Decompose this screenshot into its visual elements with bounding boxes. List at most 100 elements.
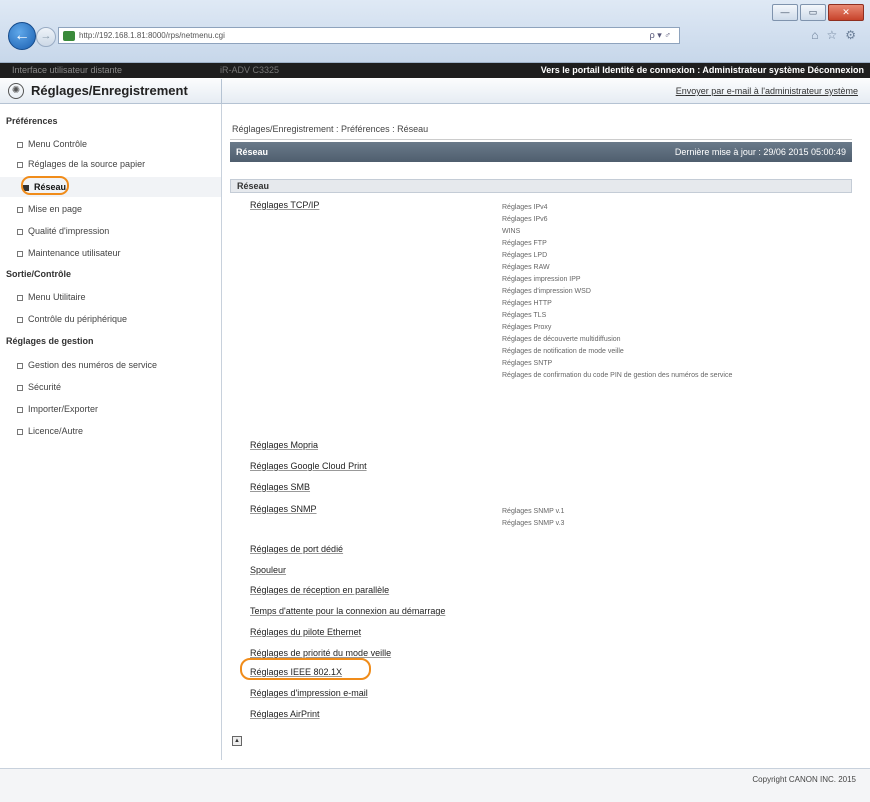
link-impression-email[interactable]: Réglages d'impression e-mail bbox=[250, 688, 368, 698]
link-snmp[interactable]: Réglages SNMP bbox=[250, 504, 317, 514]
sidebar-item-securite[interactable]: Sécurité bbox=[17, 382, 61, 392]
bullet-icon bbox=[17, 384, 23, 391]
sub-section-title: Réseau bbox=[237, 181, 270, 191]
footer: Copyright CANON INC. 2015 bbox=[0, 768, 870, 802]
link-port-dedie[interactable]: Réglages de port dédié bbox=[250, 544, 343, 554]
forward-arrow-icon[interactable]: → bbox=[36, 27, 56, 47]
link-smb[interactable]: Réglages SMB bbox=[250, 482, 310, 492]
window-controls: — ▭ ✕ bbox=[770, 4, 864, 21]
sub-section-header: Réseau bbox=[230, 179, 852, 193]
login-label: Identité de connexion : bbox=[602, 65, 701, 75]
sidebar-item-label: Importer/Exporter bbox=[28, 404, 99, 414]
sidebar-highlight-ring bbox=[21, 176, 69, 195]
bullet-icon bbox=[17, 250, 23, 257]
sublink-pin-service[interactable]: Réglages de confirmation du code PIN de … bbox=[502, 372, 732, 379]
sublink-proxy[interactable]: Réglages Proxy bbox=[502, 324, 551, 331]
link-google-cloud[interactable]: Réglages Google Cloud Print bbox=[250, 461, 367, 471]
device-name: iR-ADV C3325 bbox=[220, 65, 280, 75]
sidebar-item-licence[interactable]: Licence/Autre bbox=[17, 426, 83, 436]
portal-links: Vers le portail Identité de connexion : … bbox=[541, 65, 864, 75]
sublink-http[interactable]: Réglages HTTP bbox=[502, 300, 552, 307]
sidebar-item-importer-exporter[interactable]: Importer/Exporter bbox=[17, 404, 98, 414]
sublink-snmp-v3[interactable]: Réglages SNMP v.3 bbox=[502, 520, 564, 527]
sidebar-section-gestion: Réglages de gestion bbox=[6, 336, 94, 346]
sublink-lpd[interactable]: Réglages LPD bbox=[502, 252, 547, 259]
home-icon[interactable]: ⌂ bbox=[811, 28, 818, 42]
link-pilote-ethernet[interactable]: Réglages du pilote Ethernet bbox=[250, 627, 361, 637]
sublink-tls[interactable]: Réglages TLS bbox=[502, 312, 546, 319]
sidebar-item-label: Qualité d'impression bbox=[28, 226, 110, 236]
last-update: Dernière mise à jour : 29/06 2015 05:00:… bbox=[674, 147, 846, 157]
sidebar-item-label: Maintenance utilisateur bbox=[28, 248, 121, 258]
email-admin-link[interactable]: Envoyer par e-mail à l'administrateur sy… bbox=[676, 86, 858, 96]
sublink-ipv6[interactable]: Réglages IPv6 bbox=[502, 216, 548, 223]
link-mopria[interactable]: Réglages Mopria bbox=[250, 440, 318, 450]
logout-link[interactable]: Déconnexion bbox=[807, 65, 864, 75]
sidebar-item-numeros-service[interactable]: Gestion des numéros de service bbox=[17, 360, 157, 370]
gear-icon[interactable]: ⚙ bbox=[845, 28, 856, 42]
bullet-icon bbox=[17, 362, 23, 369]
bullet-icon bbox=[17, 294, 23, 301]
link-reception[interactable]: Réglages de réception en parallèle bbox=[250, 585, 389, 595]
link-priorite-veille[interactable]: Réglages de priorité du mode veille bbox=[250, 648, 391, 658]
link-airprint[interactable]: Réglages AirPrint bbox=[250, 709, 320, 719]
title-bar: ✺ Réglages/Enregistrement Envoyer par e-… bbox=[0, 79, 870, 104]
bullet-icon bbox=[17, 406, 23, 413]
sidebar-item-label: Sécurité bbox=[28, 382, 62, 392]
sublink-wins[interactable]: WINS bbox=[502, 228, 520, 235]
close-button[interactable]: ✕ bbox=[828, 4, 864, 21]
sidebar-item-label: Menu Utilitaire bbox=[28, 292, 86, 302]
bullet-icon bbox=[17, 428, 23, 435]
bullet-icon bbox=[17, 161, 23, 168]
sublink-raw[interactable]: Réglages RAW bbox=[502, 264, 550, 271]
address-bar[interactable]: http://192.168.1.81:8000/rps/netmenu.cgi… bbox=[58, 27, 680, 44]
browser-toolbar-icons: ⌂ ☆ ⚙ bbox=[811, 28, 856, 42]
user-name: Administrateur système bbox=[702, 65, 805, 75]
breadcrumb-divider bbox=[230, 139, 852, 140]
minimize-button[interactable]: — bbox=[772, 4, 798, 21]
scroll-top-icon[interactable]: ▲ bbox=[232, 736, 242, 746]
browser-chrome: — ▭ ✕ ← → http://192.168.1.81:8000/rps/n… bbox=[0, 0, 870, 63]
address-tools[interactable]: ρ ▾ ♂ bbox=[650, 30, 671, 41]
portal-link[interactable]: Vers le portail bbox=[541, 65, 600, 75]
section-header: Réseau Dernière mise à jour : 29/06 2015… bbox=[230, 142, 852, 162]
sidebar-item-menu-controle[interactable]: Menu Contrôle bbox=[17, 139, 87, 149]
ui-name: Interface utilisateur distante bbox=[12, 65, 123, 75]
sidebar-item-utilitaire[interactable]: Menu Utilitaire bbox=[17, 292, 86, 302]
link-spouleur[interactable]: Spouleur bbox=[250, 565, 286, 575]
maximize-button[interactable]: ▭ bbox=[800, 4, 826, 21]
sidebar-section-preferences: Préférences bbox=[6, 116, 58, 126]
sidebar-item-label: Menu Contrôle bbox=[28, 139, 88, 149]
sublink-sntp[interactable]: Réglages SNTP bbox=[502, 360, 552, 367]
bullet-icon bbox=[17, 316, 23, 323]
sublink-notif-veille[interactable]: Réglages de notification de mode veille bbox=[502, 348, 624, 355]
sidebar-item-source-papier[interactable]: Réglages de la source papier bbox=[17, 159, 145, 169]
sidebar-item-label: Gestion des numéros de service bbox=[28, 360, 158, 370]
breadcrumb: Réglages/Enregistrement : Préférences : … bbox=[232, 124, 429, 134]
back-arrow-icon[interactable]: ← bbox=[8, 22, 36, 50]
ieee-highlight-ring bbox=[240, 658, 371, 680]
copyright: Copyright CANON INC. 2015 bbox=[752, 775, 856, 784]
sublink-ipp[interactable]: Réglages impression IPP bbox=[502, 276, 581, 283]
sidebar-item-controle-peripherique[interactable]: Contrôle du périphérique bbox=[17, 314, 127, 324]
sublink-multidiffusion[interactable]: Réglages de découverte multidiffusion bbox=[502, 336, 621, 343]
section-title: Réseau bbox=[236, 147, 269, 157]
link-tcpip[interactable]: Réglages TCP/IP bbox=[250, 200, 319, 210]
sidebar-item-maintenance[interactable]: Maintenance utilisateur bbox=[17, 248, 121, 258]
bullet-icon bbox=[17, 141, 23, 148]
address-url: http://192.168.1.81:8000/rps/netmenu.cgi bbox=[79, 31, 225, 40]
portal-bar: Interface utilisateur distante iR-ADV C3… bbox=[0, 63, 870, 78]
sidebar: Préférences Menu Contrôle Réglages de la… bbox=[0, 104, 222, 760]
link-temps-attente[interactable]: Temps d'attente pour la connexion au dém… bbox=[250, 606, 445, 616]
bullet-icon bbox=[17, 228, 23, 235]
sidebar-item-qualite[interactable]: Qualité d'impression bbox=[17, 226, 109, 236]
sidebar-item-label: Mise en page bbox=[28, 204, 83, 214]
sublink-ftp[interactable]: Réglages FTP bbox=[502, 240, 547, 247]
sidebar-item-mise-en-page[interactable]: Mise en page bbox=[17, 204, 82, 214]
favorites-star-icon[interactable]: ☆ bbox=[826, 28, 837, 42]
title-divider bbox=[221, 79, 222, 103]
sublink-ipv4[interactable]: Réglages IPv4 bbox=[502, 204, 548, 211]
sublink-snmp-v1[interactable]: Réglages SNMP v.1 bbox=[502, 508, 564, 515]
sidebar-item-label: Réglages de la source papier bbox=[28, 159, 146, 169]
sublink-wsd[interactable]: Réglages d'impression WSD bbox=[502, 288, 591, 295]
